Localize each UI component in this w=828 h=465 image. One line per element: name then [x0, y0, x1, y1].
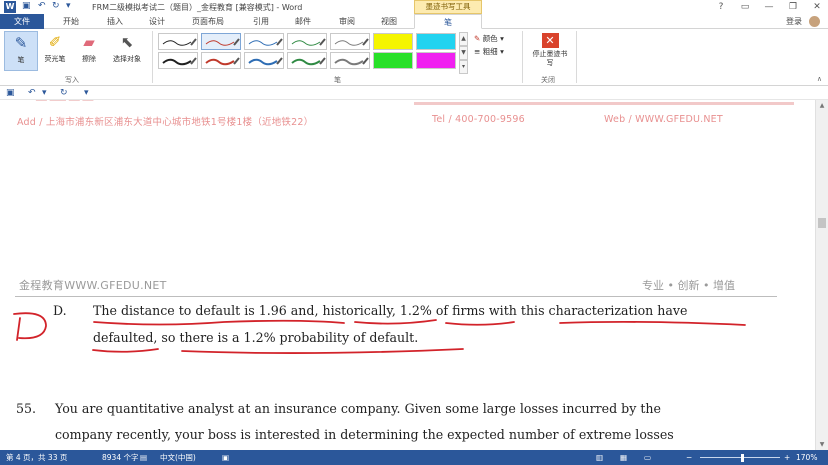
group-divider — [152, 31, 153, 83]
highlighter-button[interactable]: ✐ 荧光笔 — [38, 31, 72, 71]
group-label-pens: 笔 — [334, 76, 341, 84]
gallery-more-icon[interactable]: ▾ — [459, 60, 468, 74]
save-icon[interactable]: ▣ — [6, 86, 15, 100]
scroll-up-icon[interactable]: ▲ — [816, 102, 828, 109]
ink-underline-4 — [559, 320, 746, 326]
ink-underline-1 — [93, 319, 345, 326]
highlighter-swatch-magenta[interactable] — [416, 52, 456, 69]
restore-button[interactable]: ❐ — [782, 0, 804, 14]
print-layout-icon[interactable]: ▦ — [620, 450, 627, 465]
pen-swatch-green-thick[interactable] — [287, 52, 327, 69]
gallery-scroll-down-icon[interactable]: ▼ — [459, 46, 468, 60]
page-count[interactable]: 第 4 页，共 33 页 — [6, 450, 67, 465]
group-divider — [522, 31, 523, 83]
pen-swatch-black-thick[interactable] — [158, 52, 198, 69]
pen-color-option[interactable]: ✎ 颜色 ▾ — [474, 33, 504, 44]
customize-qat-icon[interactable]: ▾ — [84, 86, 89, 100]
pen-button[interactable]: ✎ 笔 — [4, 31, 38, 71]
pen-swatch-gray-thin[interactable] — [330, 33, 370, 50]
tab-mailings[interactable]: 邮件 — [286, 14, 320, 29]
group-divider — [576, 31, 577, 83]
ink-tools-context-label: 墨迹书写工具 — [414, 0, 482, 14]
ink-annotations — [13, 312, 746, 354]
close-button[interactable]: ✕ — [806, 0, 828, 14]
undo-dropdown-icon[interactable]: ▾ — [42, 86, 47, 100]
ink-underline-2 — [354, 319, 437, 325]
line-weight-icon: ≡ — [474, 47, 481, 56]
pen-swatch-gray-thick[interactable] — [330, 52, 370, 69]
select-cursor-icon: ⬉ — [120, 33, 134, 51]
group-label-close: 关闭 — [541, 76, 555, 84]
ink-underline-6 — [181, 348, 464, 354]
read-mode-icon[interactable]: ▥ — [596, 450, 603, 465]
window-title: FRM二级模拟考试二（题目）_金程教育 [兼容模式] - Word — [92, 3, 303, 12]
undo-icon[interactable]: ↶ — [38, 1, 46, 11]
redo-icon[interactable]: ↻ — [52, 1, 60, 11]
repeat-icon[interactable]: ↻ — [60, 86, 68, 100]
word-count[interactable]: 8934 个字 — [102, 450, 138, 465]
pen-color-icon: ✎ — [474, 34, 481, 43]
undo-icon[interactable]: ↶ — [28, 86, 36, 100]
tab-insert[interactable]: 插入 — [98, 14, 132, 29]
collapse-ribbon-icon[interactable]: ∧ — [817, 75, 822, 83]
title-bar: W ▣ ↶ ↻ ▾ FRM二级模拟考试二（题目）_金程教育 [兼容模式] - W… — [0, 0, 828, 14]
document-canvas[interactable]: ━━ ━━━ ━━ ━━ Add / 上海市浦东新区浦东大道中心城市地铁1号楼1… — [0, 100, 815, 450]
pen-weight-option[interactable]: ≡ 粗细 ▾ — [474, 46, 504, 57]
quick-access-toolbar: ▣ ↶ ▾ ↻ ▾ — [0, 86, 828, 100]
select-objects-button[interactable]: ⬉ 选择对象 — [106, 31, 148, 71]
scroll-down-icon[interactable]: ▼ — [816, 441, 828, 448]
tab-review[interactable]: 审阅 — [330, 14, 364, 29]
highlighter-icon: ✐ — [48, 33, 62, 51]
ribbon: ✎ 笔 ✐ 荧光笔 ▰ 擦除 ⬉ 选择对象 写入 ▲ ▼ ▾ ✎ 颜色 ▾ ≡ … — [0, 29, 828, 86]
help-button[interactable]: ? — [710, 0, 732, 14]
zoom-level[interactable]: 170% — [796, 450, 817, 465]
proofing-icon[interactable]: ▤ — [140, 450, 147, 465]
web-layout-icon[interactable]: ▭ — [644, 450, 651, 465]
customize-qat-icon[interactable]: ▾ — [66, 1, 71, 11]
tab-references[interactable]: 引用 — [244, 14, 278, 29]
pen-swatch-black-thin[interactable] — [158, 33, 198, 50]
eraser-icon: ▰ — [83, 33, 95, 51]
ribbon-tabs: 文件 开始 插入 设计 页面布局 引用 邮件 审阅 视图 笔 登录 — [0, 14, 828, 29]
ink-underline-3 — [445, 321, 515, 326]
gallery-scroll-up-icon[interactable]: ▲ — [459, 32, 468, 46]
tab-page-layout[interactable]: 页面布局 — [183, 14, 233, 29]
save-icon[interactable]: ▣ — [22, 1, 31, 11]
tab-view[interactable]: 视图 — [372, 14, 406, 29]
stop-inking-button[interactable]: ✕ 停止墨迹书写 — [530, 31, 570, 75]
ribbon-display-button[interactable]: ▭ — [734, 0, 756, 14]
tab-home[interactable]: 开始 — [54, 14, 88, 29]
login-link[interactable]: 登录 — [786, 14, 802, 29]
ink-letter-d — [13, 312, 47, 341]
minimize-button[interactable]: — — [758, 0, 780, 14]
pen-swatch-blue-thick[interactable] — [244, 52, 284, 69]
word-app-icon[interactable]: W — [4, 1, 16, 13]
zoom-slider[interactable] — [700, 457, 780, 458]
highlighter-swatch-yellow[interactable] — [373, 33, 413, 50]
close-x-icon: ✕ — [541, 33, 559, 48]
zoom-out-icon[interactable]: − — [686, 450, 692, 465]
tab-pen[interactable]: 笔 — [414, 14, 482, 29]
scrollbar-thumb[interactable] — [818, 218, 826, 228]
language[interactable]: 中文(中国) — [160, 450, 196, 465]
feedback-smiley-icon[interactable] — [809, 16, 820, 27]
pen-swatch-green-thin[interactable] — [287, 33, 327, 50]
eraser-button[interactable]: ▰ 擦除 — [72, 31, 106, 71]
pen-swatch-blue-thin[interactable] — [244, 33, 284, 50]
vertical-scrollbar[interactable]: ▲ ▼ — [815, 100, 828, 450]
pen-swatch-red-thick[interactable] — [201, 52, 241, 69]
macro-icon[interactable]: ▣ — [222, 450, 229, 465]
group-label-write: 写入 — [65, 76, 79, 84]
highlighter-swatch-green[interactable] — [373, 52, 413, 69]
zoom-slider-thumb[interactable] — [741, 454, 744, 462]
status-bar: 第 4 页，共 33 页 8934 个字 ▤ 中文(中国) ▣ ▥ ▦ ▭ − … — [0, 450, 828, 465]
ink-underline-5 — [92, 348, 159, 353]
highlighter-swatch-cyan[interactable] — [416, 33, 456, 50]
pen-icon: ✎ — [14, 34, 28, 52]
tab-design[interactable]: 设计 — [140, 14, 174, 29]
zoom-in-icon[interactable]: + — [784, 450, 790, 465]
pen-swatch-red-thin[interactable] — [201, 33, 241, 50]
tab-file[interactable]: 文件 — [0, 14, 44, 29]
